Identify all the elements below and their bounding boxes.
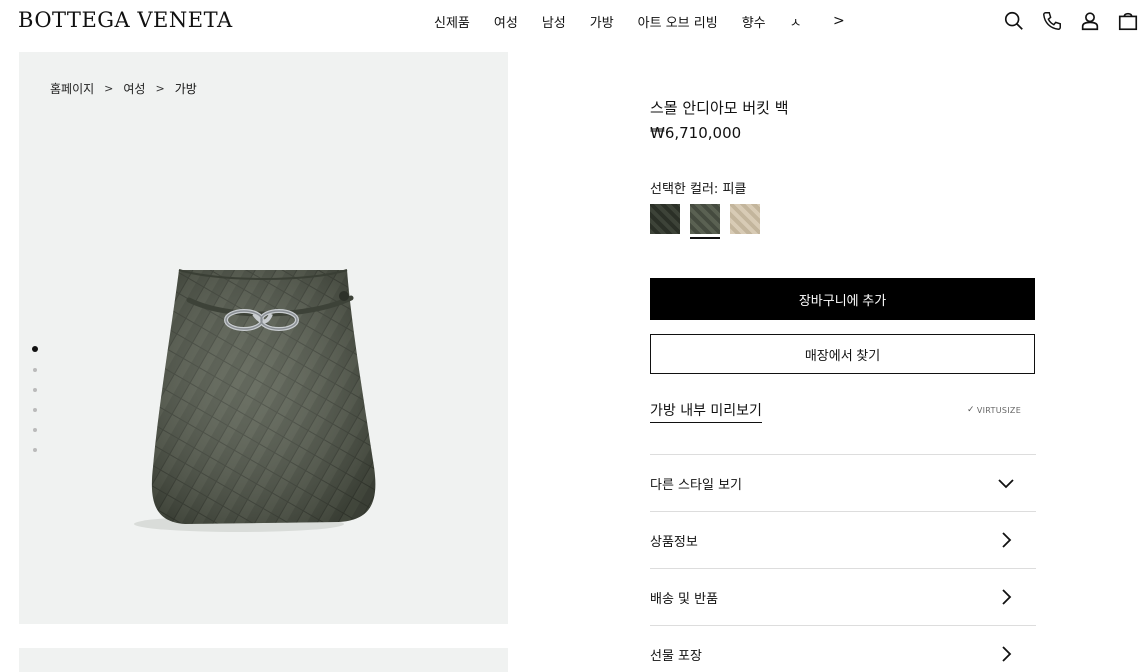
selected-color-label: 선택한 컬러: 피클 (650, 182, 747, 197)
color-swatches (650, 204, 770, 239)
gallery-dot[interactable] (33, 388, 37, 392)
main-nav: 신제품 여성 남성 가방 아트 오브 리빙 향수 ㅅ (434, 12, 849, 31)
nav-bags[interactable]: 가방 (590, 12, 614, 31)
site-header: BOTTEGA VENETA 신제품 여성 남성 가방 아트 오브 리빙 향수 … (0, 0, 1147, 44)
virtusize-mark-icon: ✓ (967, 405, 975, 415)
accordion-label: 배송 및 반품 (650, 591, 719, 607)
chevron-right-icon (996, 587, 1016, 607)
gallery-dot[interactable] (33, 448, 37, 452)
add-to-cart-button[interactable]: 장바구니에 추가 (650, 278, 1035, 320)
breadcrumb-separator: > (104, 82, 114, 95)
accordion-label: 상품정보 (650, 534, 698, 550)
breadcrumb: 홈페이지 > 여성 > 가방 (50, 80, 197, 97)
account-icon[interactable] (1079, 10, 1103, 34)
gallery-dot[interactable] (32, 346, 38, 352)
color-swatch-dark-green[interactable] (650, 204, 680, 234)
product-price: ₩6,710,000 (650, 124, 742, 142)
gallery-dot[interactable] (33, 408, 37, 412)
bag-interior-preview-link[interactable]: 가방 내부 미리보기 (650, 400, 762, 423)
phone-icon[interactable] (1041, 10, 1065, 34)
breadcrumb-separator: > (155, 82, 165, 95)
shopping-bag-icon[interactable] (1117, 10, 1141, 34)
header-actions (989, 10, 1141, 34)
virtusize-logo[interactable]: ✓ VIRTUSIZE (967, 405, 1021, 415)
chevron-down-icon (996, 473, 1016, 493)
gallery-dot[interactable] (33, 428, 37, 432)
product-image (134, 269, 376, 532)
breadcrumb-women[interactable]: 여성 (123, 80, 145, 97)
nav-scroll-right-button[interactable]: > (833, 13, 845, 29)
accordion-gift-wrapping[interactable]: 선물 포장 (650, 625, 1036, 672)
virtusize-label: VIRTUSIZE (976, 405, 1022, 415)
nav-art-of-living[interactable]: 아트 오브 리빙 (638, 12, 718, 31)
find-in-store-button[interactable]: 매장에서 찾기 (650, 334, 1035, 374)
nav-men[interactable]: 남성 (542, 12, 566, 31)
product-gallery[interactable]: 홈페이지 > 여성 > 가방 (19, 52, 508, 624)
breadcrumb-home[interactable]: 홈페이지 (50, 80, 94, 97)
chevron-right-icon (996, 530, 1016, 550)
nav-new-arrivals[interactable]: 신제품 (434, 12, 470, 31)
nav-fragrance[interactable]: 향수 (742, 12, 766, 31)
product-gallery-next-image[interactable] (19, 648, 508, 672)
accordion-product-info[interactable]: 상품정보 (650, 511, 1036, 568)
nav-truncated-item[interactable]: ㅅ (790, 12, 802, 31)
color-swatch-pickle[interactable] (690, 204, 720, 239)
nav-women[interactable]: 여성 (494, 12, 518, 31)
chevron-right-icon (996, 644, 1016, 664)
brand-logo[interactable]: BOTTEGA VENETA (18, 8, 233, 32)
search-icon[interactable] (1003, 10, 1027, 34)
gallery-pagination (32, 346, 38, 468)
accordion-other-styles[interactable]: 다른 스타일 보기 (650, 454, 1036, 511)
product-title: 스몰 안디아모 버킷 백 (650, 99, 789, 117)
accordion-label: 다른 스타일 보기 (650, 477, 742, 493)
color-swatch-beige[interactable] (730, 204, 760, 234)
product-accordion: 다른 스타일 보기 상품정보 배송 및 반품 선물 포장 (650, 454, 1036, 672)
gallery-dot[interactable] (33, 368, 37, 372)
accordion-shipping-returns[interactable]: 배송 및 반품 (650, 568, 1036, 625)
breadcrumb-bags[interactable]: 가방 (175, 80, 197, 97)
accordion-label: 선물 포장 (650, 648, 702, 664)
